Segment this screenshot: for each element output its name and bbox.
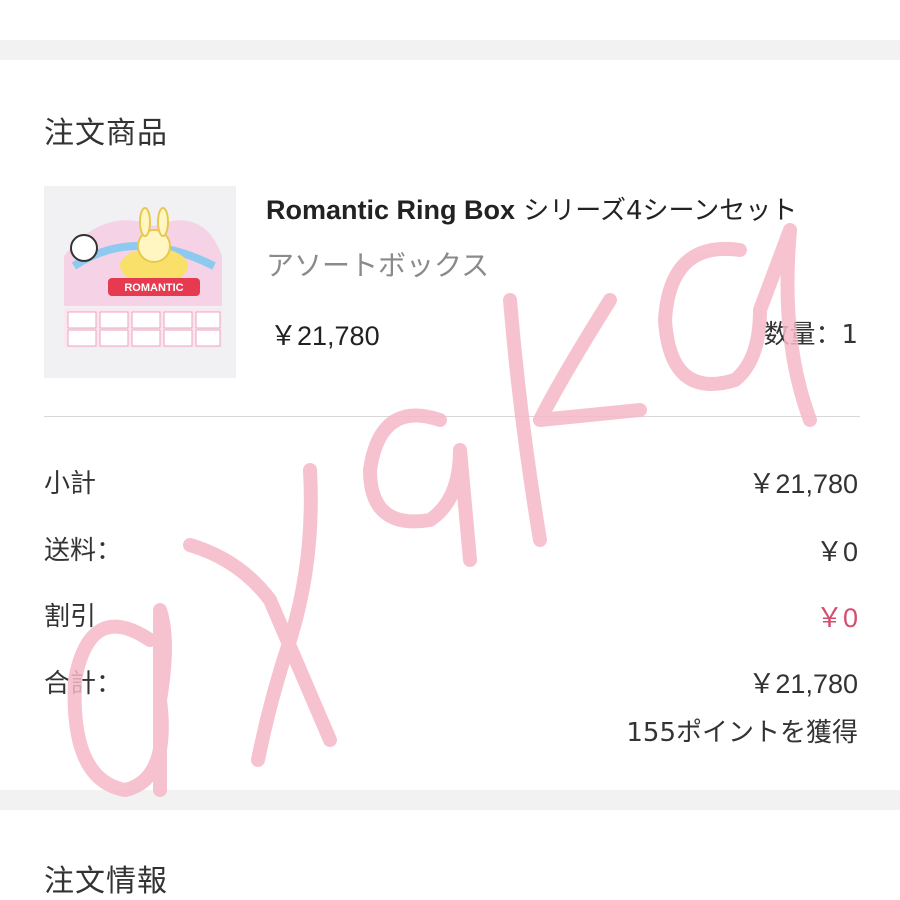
points-earned: 155ポイントを獲得: [626, 718, 858, 748]
product-quantity: 数量：1: [763, 320, 858, 350]
subtotal-value: ￥21,780: [748, 469, 858, 499]
svg-text:ROMANTIC: ROMANTIC: [124, 282, 183, 294]
order-info-title: 注文情報: [44, 864, 168, 899]
shipping-value: ￥0: [815, 537, 858, 567]
product-image[interactable]: ROMANTIC: [44, 186, 236, 378]
top-gap: [0, 40, 900, 60]
discount-label: 割引: [44, 602, 97, 632]
product-price: ￥21,780: [270, 321, 380, 351]
section-gap: [0, 790, 900, 810]
total-label: 合計：: [44, 669, 123, 699]
product-name-en: Romantic Ring Box: [266, 195, 516, 225]
product-variant: アソートボックス: [266, 249, 490, 282]
discount-value: ￥0: [815, 603, 858, 633]
product-box-art: ROMANTIC: [44, 186, 236, 378]
product-name-jp: シリーズ4シーンセット: [515, 196, 798, 226]
divider: [44, 416, 860, 417]
total-value: ￥21,780: [748, 669, 858, 699]
subtotal-label: 小計: [44, 469, 97, 499]
shipping-label: 送料：: [44, 536, 123, 566]
order-items-title: 注文商品: [44, 116, 168, 151]
product-name[interactable]: Romantic Ring Box シリーズ4シーンセット: [266, 190, 797, 227]
